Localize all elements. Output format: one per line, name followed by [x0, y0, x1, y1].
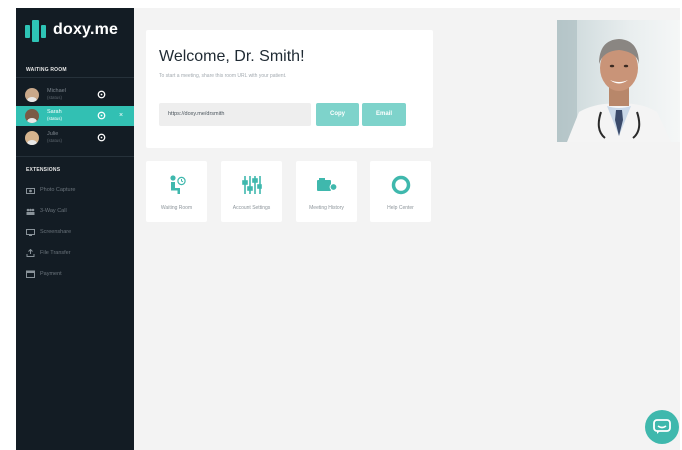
tile-waiting-room[interactable]: Waiting Room: [146, 161, 207, 222]
tile-label: Waiting Room: [160, 205, 193, 211]
camera-film-icon: [296, 175, 357, 195]
logo-text: doxy.me: [53, 21, 119, 38]
patient-item-michael[interactable]: Michael (status): [16, 85, 134, 105]
patient-name: Julie: [47, 131, 59, 137]
welcome-subtitle: To start a meeting, share this room URL …: [159, 73, 287, 79]
tile-label: Meeting History: [309, 205, 344, 211]
extension-payment[interactable]: Payment: [26, 269, 62, 279]
self-video-preview: [557, 20, 680, 142]
tile-account-settings[interactable]: Account Settings: [221, 161, 282, 222]
extension-label: 3-Way Call: [40, 208, 67, 214]
logo[interactable]: doxy.me: [25, 18, 118, 42]
waiting-room-title: WAITING ROOM: [26, 67, 67, 73]
page-title: Welcome, Dr. Smith!: [159, 48, 305, 65]
tile-meeting-history[interactable]: Meeting History: [296, 161, 357, 222]
extension-file-transfer[interactable]: File Transfer: [26, 248, 71, 258]
extensions-title: EXTENSIONS: [26, 167, 61, 173]
sliders-icon: [221, 175, 282, 195]
extension-photo-capture[interactable]: Photo Capture: [26, 185, 75, 195]
tile-help-center[interactable]: Help Center: [370, 161, 431, 222]
patient-name: Michael: [47, 88, 66, 94]
lifebuoy-icon: [370, 175, 431, 195]
chat-icon[interactable]: [96, 133, 106, 143]
patient-item-julie[interactable]: Julie (status): [16, 128, 134, 148]
extension-label: Screenshare: [40, 229, 72, 235]
chat-bubble-icon[interactable]: [645, 410, 679, 444]
extension-3-way-call[interactable]: 3-Way Call: [26, 206, 67, 216]
avatar: [25, 109, 39, 123]
patient-item-sarah[interactable]: Sarah (status) ×: [16, 106, 134, 126]
upload-icon: [26, 249, 35, 257]
extension-label: File Transfer: [40, 250, 71, 256]
patient-status: (status): [47, 138, 63, 143]
email-button[interactable]: Email: [362, 103, 406, 126]
room-url-field[interactable]: https://doxy.me/drsmith: [159, 103, 311, 126]
chat-icon[interactable]: [96, 90, 106, 100]
close-icon[interactable]: ×: [119, 111, 123, 121]
extension-label: Payment: [40, 271, 62, 277]
patient-name: Sarah: [47, 109, 62, 115]
payment-icon: [26, 270, 35, 278]
extension-screenshare[interactable]: Screenshare: [26, 227, 71, 237]
doxy-logo-icon: [25, 18, 48, 42]
monitor-icon: [26, 228, 35, 236]
avatar: [25, 131, 39, 145]
extension-label: Photo Capture: [40, 187, 76, 193]
avatar: [25, 88, 39, 102]
waiting-room-icon: [146, 175, 207, 195]
group-icon: [26, 207, 35, 215]
divider: [16, 156, 134, 157]
copy-button[interactable]: Copy: [316, 103, 359, 126]
tile-label: Account Settings: [232, 205, 271, 211]
patient-status: (status): [47, 116, 63, 121]
patient-status: (status): [47, 95, 63, 100]
sidebar: doxy.me WAITING ROOM Michael (status) Sa…: [16, 8, 134, 450]
doctor-video-image: [557, 20, 680, 142]
welcome-card: Welcome, Dr. Smith! To start a meeting, …: [146, 30, 433, 148]
camera-icon: [26, 186, 35, 194]
chat-icon[interactable]: [96, 111, 106, 121]
divider: [16, 77, 134, 78]
app-frame: doxy.me WAITING ROOM Michael (status) Sa…: [16, 8, 680, 450]
tile-label: Help Center: [387, 205, 414, 211]
